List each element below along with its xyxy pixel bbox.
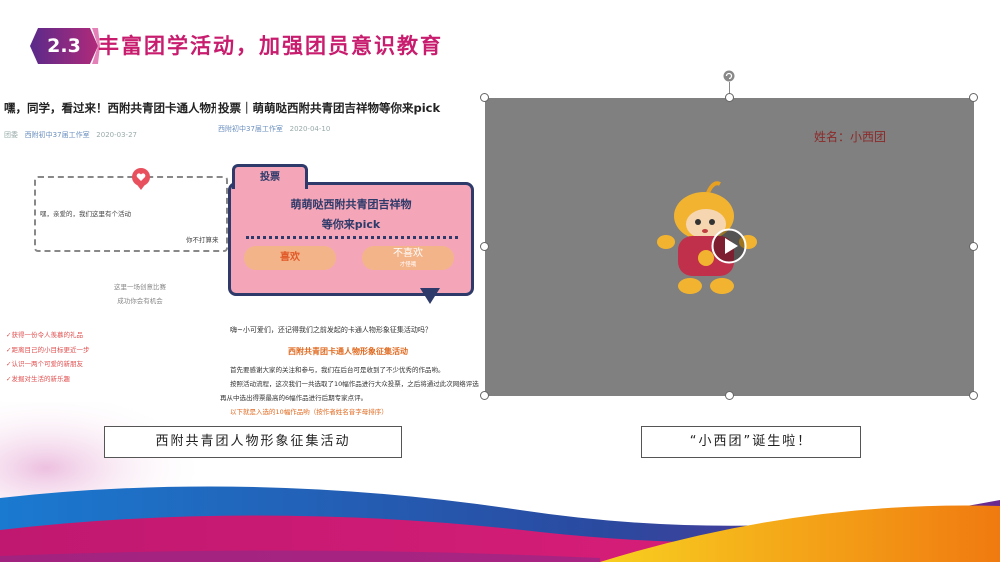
article2-note: 以下就是入选的10幅作品哟（按作者姓名音字母排序）: [230, 408, 388, 416]
resize-handle[interactable]: [480, 242, 489, 251]
resize-handle[interactable]: [480, 93, 489, 102]
play-icon[interactable]: [711, 228, 747, 264]
resize-handle[interactable]: [969, 93, 978, 102]
benefit-list: ✓获得一份令人羡慕的礼品 ✓距离目己的小目标更近一步 ✓认识一两个可爱的新朋友 …: [6, 328, 89, 386]
resize-handle[interactable]: [969, 242, 978, 251]
resize-handle[interactable]: [480, 391, 489, 400]
bubble-tail: [420, 288, 440, 304]
dotted-divider: [246, 236, 458, 239]
article2-paragraph: 首先要感谢大家的关注和参与，我们在后台可是收到了不少优秀的作品哟。: [230, 366, 445, 374]
article1-meta: 团委 西附初中37届工作室 2020-03-27: [4, 130, 137, 140]
list-item: ✓距离目己的小目标更近一步: [6, 345, 90, 354]
slide: 2.3 丰富团学活动，加强团员意识教育 嘿，同学，看过来！西附共青团卡通人物形象…: [0, 0, 1000, 562]
article2-author: 西附初中37届工作室: [218, 125, 283, 133]
mascot-name-label: 姓名：小西团: [814, 130, 887, 144]
article1-title: 嘿，同学，看过来！西附共青团卡通人物形象征集活动: [4, 101, 216, 115]
like-button[interactable]: 喜欢: [244, 246, 336, 270]
article2-paragraph: 再从中选出得票最高的6幅作品进行后期专家点评。: [220, 394, 368, 402]
list-item: ✓认识一两个可爱的新朋友: [6, 360, 83, 368]
dislike-button[interactable]: 不喜欢 才怪哦: [362, 246, 454, 270]
right-caption: “小西团”诞生啦！: [641, 426, 861, 458]
article1-date: 2020-03-27: [96, 131, 137, 139]
middle-line: 这里一场创意比赛: [114, 283, 166, 291]
vote-tab: 投票: [232, 164, 308, 189]
article2-intro: 嗨~小可爱们，还记得我们之前发起的卡通人物形象征集活动吗？: [230, 326, 432, 334]
resize-handle[interactable]: [725, 391, 734, 400]
article2-date: 2020-04-10: [289, 125, 331, 133]
article1-source: 团委: [4, 131, 18, 139]
article1-author: 西附初中37届工作室: [24, 131, 90, 139]
section-number: 2.3: [47, 35, 81, 57]
middle-lines: 这里一场创意比赛 成功你会有机会: [100, 280, 180, 308]
left-caption: 西附共青团人物形象征集活动: [104, 426, 402, 458]
invite-greeting: 嘿，亲爱的，我们这里有个活动: [40, 210, 131, 218]
resize-handle[interactable]: [725, 93, 734, 102]
resize-handle[interactable]: [969, 391, 978, 400]
article2-meta: 西附初中37届工作室 2020-04-10: [218, 124, 330, 134]
dislike-label: 不喜欢: [393, 248, 423, 259]
heart-pin-icon: [132, 168, 150, 190]
article2-paragraph: 按照活动流程，这次我们一共选取了10幅作品进行大众投票，之后将通过此次网络评选: [230, 380, 479, 388]
list-item: ✓发掘对生活的新乐趣: [6, 374, 70, 383]
vote-heading-line1: 萌萌哒西附共青团吉祥物: [290, 198, 412, 211]
article-screenshot-panel: 嘿，同学，看过来！西附共青团卡通人物形象征集活动 团委 西附初中37届工作室 2…: [0, 92, 480, 422]
article2-title: 投票｜萌萌哒西附共青团吉祥物等你来pick: [218, 101, 441, 115]
article2-subheading: 西附共青团卡通人物形象征集活动: [288, 347, 408, 356]
middle-line: 成功你会有机会: [117, 297, 163, 305]
vote-heading-line2: 等你来pick: [321, 218, 381, 231]
rotate-handle-icon[interactable]: [723, 70, 735, 82]
decorative-wave-footer: [0, 486, 1000, 562]
invite-greeting-right: 你不打算来: [186, 236, 219, 244]
page-title: 丰富团学活动，加强团员意识教育: [98, 34, 443, 58]
list-item: ✓获得一份令人羡慕的礼品: [6, 331, 83, 339]
dislike-sub-label: 才怪哦: [399, 262, 417, 268]
